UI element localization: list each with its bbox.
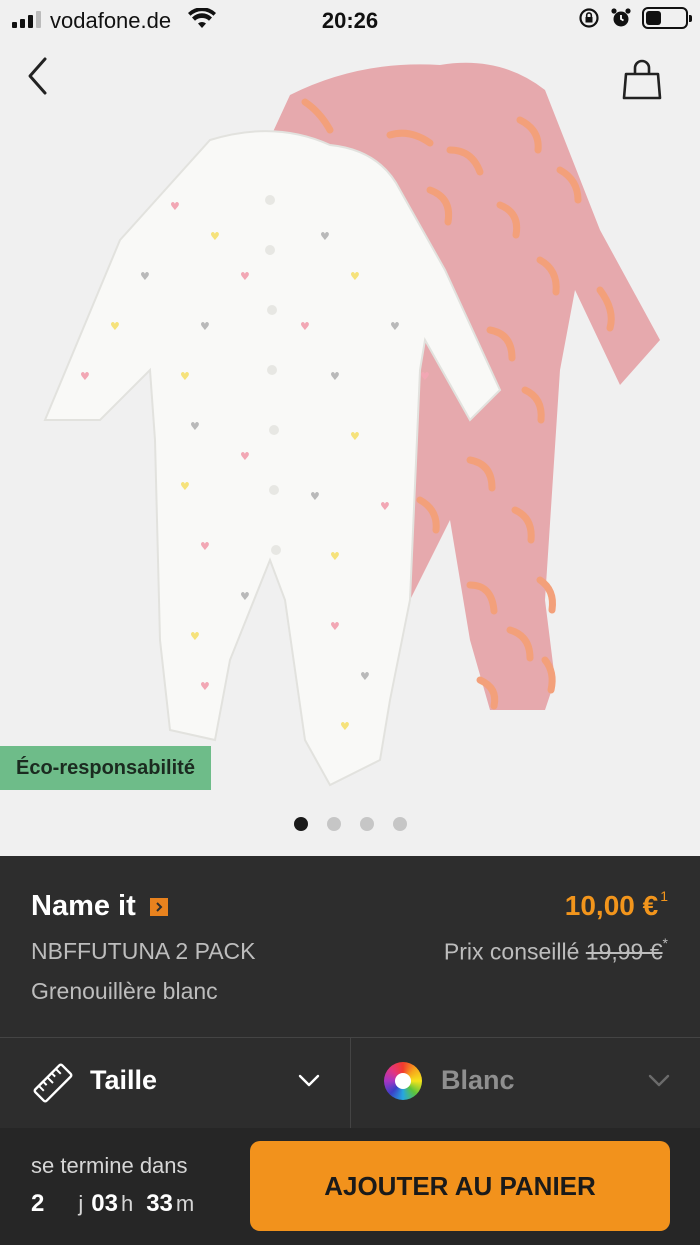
image-pagination[interactable] (0, 817, 700, 831)
color-wheel-icon (384, 1062, 422, 1100)
svg-text:♥: ♥ (390, 320, 400, 333)
brand-link[interactable]: Name it (31, 890, 168, 923)
chevron-right-icon[interactable] (149, 897, 168, 916)
shopping-bag-icon[interactable] (622, 58, 662, 102)
svg-text:♥: ♥ (240, 590, 250, 603)
status-bar: vodafone.de 20:26 (0, 0, 700, 40)
pagination-dot-2[interactable] (326, 817, 341, 831)
svg-text:♥: ♥ (210, 230, 220, 243)
product-description: Grenouillère blanc (31, 978, 218, 1004)
svg-text:♥: ♥ (200, 540, 210, 553)
battery-icon (642, 7, 692, 29)
svg-text:♥: ♥ (330, 550, 340, 563)
add-to-cart-button[interactable]: AJOUTER AU PANIER (250, 1141, 670, 1231)
ruler-icon (33, 1063, 73, 1103)
countdown-hours: 03 (91, 1190, 118, 1217)
svg-text:♥: ♥ (310, 490, 320, 503)
product-name: NBFFUTUNA 2 PACK (31, 938, 256, 964)
svg-text:♥: ♥ (200, 680, 210, 693)
chevron-down-icon[interactable] (648, 1074, 670, 1088)
pagination-dot-4[interactable] (392, 817, 407, 831)
countdown-timer: 2 j 03 h 33 m (31, 1190, 195, 1217)
recommended-price: Prix conseillé 19,99 €* (443, 935, 668, 965)
svg-text:♥: ♥ (420, 370, 430, 383)
svg-text:♥: ♥ (240, 270, 250, 283)
svg-text:♥: ♥ (200, 320, 210, 333)
svg-text:♥: ♥ (340, 720, 350, 733)
svg-text:♥: ♥ (180, 480, 190, 493)
product-image[interactable]: ♥ ♥ ♥ ♥ ♥ ♥ ♥ ♥ ♥ ♥ ♥ ♥ ♥ ♥ ♥ ♥ ♥ ♥ ♥ ♥ ♥ ♥ ♥ ♥ ♥ ♥ ♥ ♥ (0, 40, 700, 820)
svg-text:♥: ♥ (330, 370, 340, 383)
price: 10,00 €1 (564, 887, 668, 921)
svg-text:♥: ♥ (190, 420, 200, 433)
svg-text:♥: ♥ (80, 370, 90, 383)
svg-text:♥: ♥ (350, 430, 360, 443)
pagination-dot-1[interactable] (293, 817, 308, 831)
countdown-minutes: 33 (146, 1190, 173, 1217)
svg-text:♥: ♥ (300, 320, 310, 333)
rotation-lock-icon (579, 8, 599, 28)
svg-text:♥: ♥ (350, 270, 360, 283)
countdown-label: se termine dans (31, 1153, 188, 1178)
size-label[interactable]: Taille (90, 1065, 157, 1096)
svg-text:♥: ♥ (110, 320, 120, 333)
svg-text:♥: ♥ (360, 670, 370, 683)
countdown-days: 2 (31, 1190, 45, 1217)
svg-text:♥: ♥ (380, 500, 390, 513)
svg-text:♥: ♥ (140, 270, 150, 283)
svg-text:♥: ♥ (180, 370, 190, 383)
color-label[interactable]: Blanc (441, 1065, 515, 1096)
eco-badge[interactable]: Éco-responsabilité (0, 746, 211, 790)
svg-text:♥: ♥ (330, 620, 340, 633)
svg-text:♥: ♥ (190, 630, 200, 643)
brand-name[interactable]: Name it (31, 890, 136, 923)
svg-text:♥: ♥ (170, 200, 180, 213)
alarm-icon (611, 8, 631, 27)
chevron-down-icon[interactable] (298, 1074, 320, 1088)
svg-text:♥: ♥ (240, 450, 250, 463)
svg-text:♥: ♥ (320, 230, 330, 243)
pagination-dot-3[interactable] (359, 817, 374, 831)
back-arrow-icon[interactable] (18, 56, 58, 96)
